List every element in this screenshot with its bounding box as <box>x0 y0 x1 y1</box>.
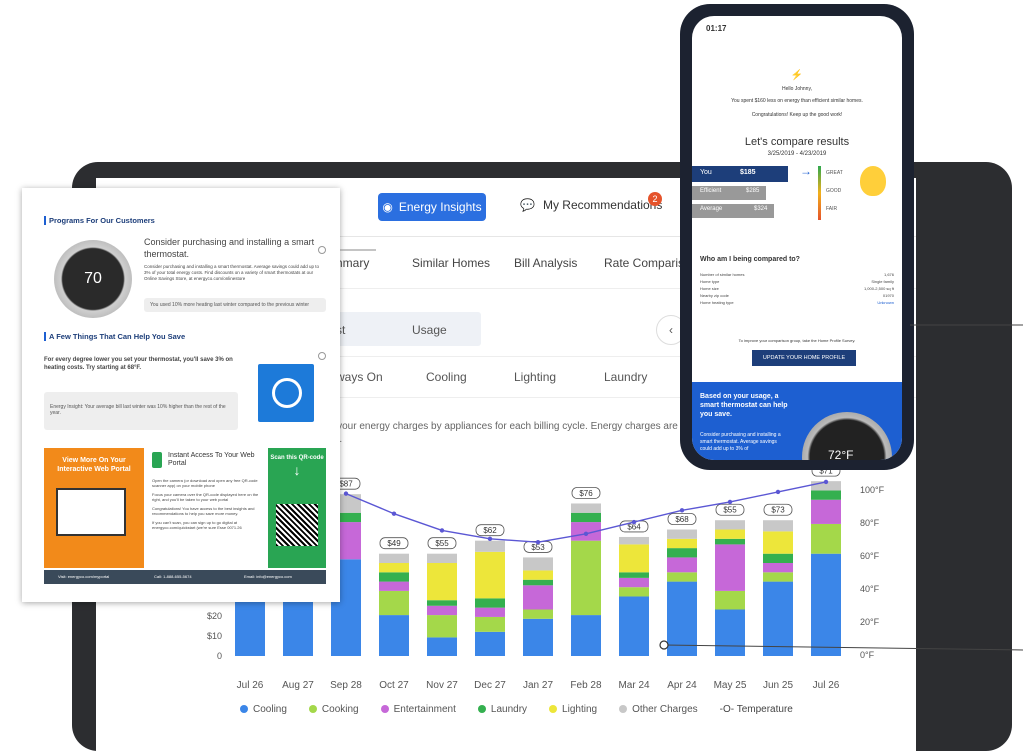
callout-lines <box>340 249 1023 651</box>
